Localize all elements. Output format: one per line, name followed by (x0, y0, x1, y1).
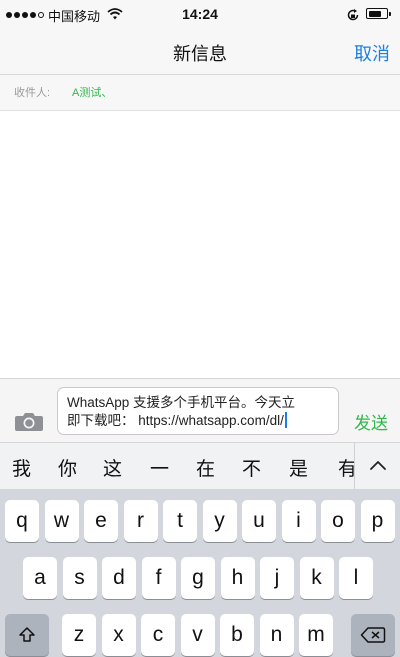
candidate-word[interactable]: 你 (58, 454, 77, 481)
shift-icon (19, 627, 35, 642)
key-t[interactable]: t (163, 500, 197, 542)
key-w[interactable]: w (44, 500, 79, 542)
key-l[interactable]: l (339, 557, 373, 599)
camera-icon[interactable] (14, 410, 44, 432)
battery-icon (366, 8, 391, 19)
key-a[interactable]: a (23, 557, 57, 599)
message-line-1: WhatsApp 支援多个手机平台。今天立 (67, 395, 296, 410)
key-q[interactable]: q (5, 500, 39, 542)
key-s[interactable]: s (62, 557, 97, 599)
status-bar: 中国移动 14:24 (0, 0, 400, 30)
candidate-list: 我你这 一在不 是 有 (0, 443, 354, 489)
candidate-word[interactable]: 这 (103, 454, 122, 481)
message-input[interactable]: WhatsApp 支援多个手机平台。今天立 即下载吧： https://what… (57, 387, 339, 435)
key-i[interactable]: i (281, 500, 316, 542)
key-p[interactable]: p (360, 500, 395, 542)
message-thread-area (0, 111, 400, 378)
delete-icon (360, 627, 386, 643)
key-j[interactable]: j (260, 557, 294, 599)
candidate-word[interactable]: 是 (289, 454, 308, 481)
key-e[interactable]: e (84, 500, 118, 542)
candidate-word[interactable]: 有 (338, 454, 354, 481)
recipient-token[interactable]: A测试、 (72, 84, 112, 100)
key-m[interactable]: m (299, 614, 333, 656)
text-cursor (284, 412, 287, 428)
nav-bar: 新信息 取消 (0, 30, 400, 75)
key-n[interactable]: n (259, 614, 294, 656)
key-o[interactable]: o (321, 500, 355, 542)
key-x[interactable]: x (101, 614, 136, 656)
key-h[interactable]: h (220, 557, 255, 599)
candidate-word[interactable]: 在 (196, 454, 215, 481)
send-button[interactable]: 发送 (354, 409, 388, 434)
candidate-word[interactable]: 我 (12, 454, 31, 481)
recipient-field[interactable]: 收件人: A测试、 (0, 75, 400, 111)
key-k[interactable]: k (299, 557, 334, 599)
key-f[interactable]: f (141, 557, 176, 599)
key-z[interactable]: z (62, 614, 96, 656)
candidate-word[interactable]: 不 (242, 454, 261, 481)
key-v[interactable]: v (180, 614, 215, 656)
candidate-word[interactable]: 一 (150, 454, 169, 481)
key-u[interactable]: u (242, 500, 276, 542)
key-r[interactable]: r (123, 500, 158, 542)
key-b[interactable]: b (220, 614, 254, 656)
compose-bar: WhatsApp 支援多个手机平台。今天立 即下载吧： https://what… (0, 378, 400, 442)
delete-key[interactable] (351, 614, 395, 656)
candidate-bar: 我你这 一在不 是 有 (0, 442, 400, 490)
status-time: 14:24 (182, 6, 218, 22)
keyboard: qwertyuiop asdfghjkl zxcvbnm (0, 489, 400, 657)
shift-key[interactable] (5, 614, 49, 656)
chevron-up-icon (370, 461, 386, 470)
rotation-lock-icon (347, 9, 359, 21)
recipient-label: 收件人: (14, 87, 51, 99)
expand-candidates-button[interactable] (354, 443, 400, 489)
page-title: 新信息 (173, 44, 227, 64)
key-d[interactable]: d (102, 557, 136, 599)
key-c[interactable]: c (141, 614, 175, 656)
key-y[interactable]: y (202, 500, 237, 542)
message-line-2: 即下载吧： https://whatsapp.com/dl/ (67, 413, 284, 428)
cancel-button[interactable]: 取消 (354, 40, 390, 66)
key-g[interactable]: g (181, 557, 215, 599)
